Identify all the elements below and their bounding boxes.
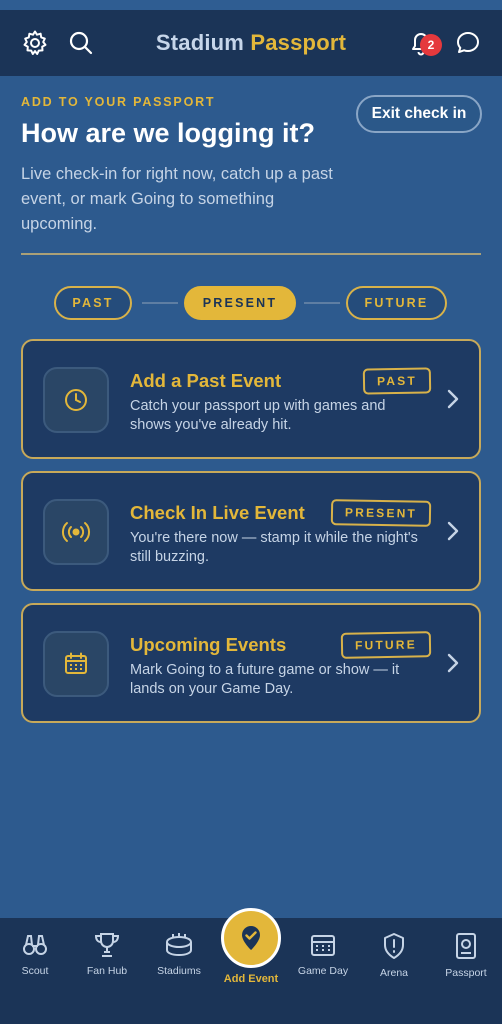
tab-arena[interactable]: Arena	[359, 932, 429, 979]
future-stamp: FUTURE	[340, 631, 432, 659]
calendar-icon	[43, 631, 109, 697]
timeline-future[interactable]: FUTURE	[346, 286, 447, 320]
timeline-connector	[142, 302, 178, 304]
tab-game-day[interactable]: Game Day	[288, 932, 358, 977]
shield-icon	[384, 933, 404, 959]
timeline-connector	[304, 302, 340, 304]
search-icon[interactable]	[64, 26, 98, 60]
chat-icon[interactable]	[451, 26, 485, 60]
tab-scout[interactable]: Scout	[0, 932, 70, 977]
card-description: You're there now — stamp it while the ni…	[130, 530, 418, 565]
card-title: Upcoming Events	[130, 634, 287, 655]
gear-icon[interactable]	[18, 26, 52, 60]
add-event-button[interactable]	[221, 908, 281, 968]
broadcast-icon	[43, 499, 109, 565]
check-in-live-event-card[interactable]: Check In Live Event PRESENT You're there…	[21, 471, 481, 591]
passport-icon	[456, 933, 476, 959]
tab-label: Scout	[21, 965, 49, 977]
tab-label: Passport	[445, 967, 487, 979]
upcoming-events-card[interactable]: Upcoming Events FUTURE Mark Going to a f…	[21, 603, 481, 723]
stadium-icon	[166, 933, 192, 957]
checkmark-pin-icon	[242, 926, 260, 950]
app-header: Stadium Passport 2	[0, 10, 502, 76]
page-title: How are we logging it?	[21, 118, 316, 148]
card-title: Check In Live Event	[130, 502, 305, 523]
status-strip	[0, 0, 502, 10]
card-description: Mark Going to a future game or show — it…	[130, 662, 400, 697]
bottom-tab-bar: Scout Fan Hub Stadiums Add Event Game Da…	[0, 908, 502, 1024]
exit-check-in-button[interactable]: Exit check in	[356, 95, 482, 133]
timeline-present[interactable]: PRESENT	[184, 286, 296, 320]
tab-stadiums[interactable]: Stadiums	[144, 932, 214, 977]
chevron-right-icon	[447, 653, 459, 673]
chevron-right-icon	[447, 389, 459, 409]
tab-passport[interactable]: Passport	[431, 932, 501, 979]
timeline-past[interactable]: PAST	[54, 286, 132, 320]
card-description: Catch your passport up with games and sh…	[130, 398, 386, 433]
app-title: Stadium Passport	[156, 30, 346, 56]
past-stamp: PAST	[362, 367, 432, 395]
calendar-icon	[311, 935, 335, 956]
add-past-event-card[interactable]: Add a Past Event PAST Catch your passpor…	[21, 339, 481, 459]
tab-label: Fan Hub	[86, 965, 128, 977]
tab-label: Game Day	[297, 965, 349, 977]
tab-fan-hub[interactable]: Fan Hub	[72, 932, 142, 977]
notification-badge: 2	[420, 34, 442, 56]
tab-label: Stadiums	[157, 965, 201, 977]
divider	[21, 253, 481, 255]
page-description: Live check-in for right now, catch up a …	[21, 165, 333, 233]
binoculars-icon	[23, 935, 47, 955]
tab-add-event-label[interactable]: Add Event	[201, 973, 301, 985]
chevron-right-icon	[447, 521, 459, 541]
trophy-icon	[94, 933, 120, 957]
card-title: Add a Past Event	[130, 370, 282, 391]
tab-label: Arena	[379, 967, 409, 979]
app-title-part1: Stadium	[155, 30, 245, 55]
clock-icon	[43, 367, 109, 433]
app-title-part2: Passport	[250, 30, 347, 55]
eyebrow-label: ADD TO YOUR PASSPORT	[21, 95, 216, 109]
present-stamp: PRESENT	[330, 499, 432, 527]
